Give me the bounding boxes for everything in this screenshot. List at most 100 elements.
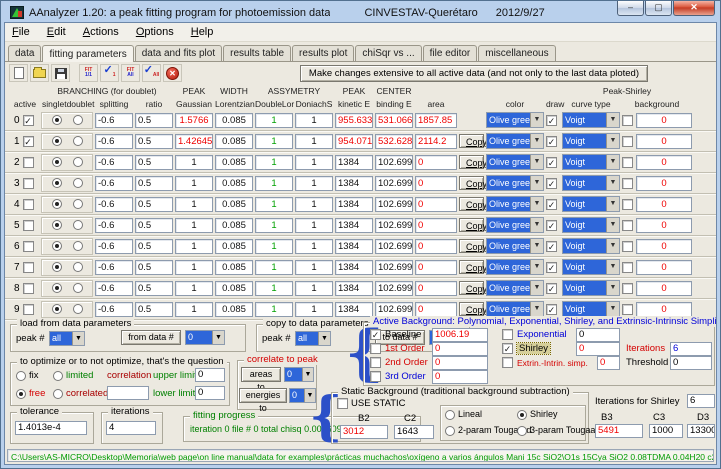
f-area[interactable]: 2114.2 <box>415 133 457 149</box>
f-ratio[interactable]: 0.5 <box>135 238 173 254</box>
f-ratio[interactable]: 0.5 <box>135 301 173 317</box>
f-gaussian[interactable]: 1 <box>175 301 213 317</box>
f-kinetic[interactable]: 1384 <box>335 301 373 317</box>
active-checkbox[interactable] <box>22 177 34 189</box>
f-doniachs[interactable]: 1 <box>295 112 333 128</box>
doublet-radio[interactable] <box>72 199 83 209</box>
free-radio[interactable] <box>16 389 26 399</box>
f-area[interactable]: 0 <box>415 301 457 317</box>
f-doublelor[interactable]: 1 <box>255 133 293 149</box>
areas-to-button[interactable]: areas to <box>241 367 281 392</box>
f-doniachs[interactable]: 1 <box>295 154 333 170</box>
color-select[interactable]: Olive green ▼ <box>486 112 544 128</box>
menu-edit[interactable]: Edit <box>47 23 66 41</box>
f-doublelor[interactable]: 1 <box>255 112 293 128</box>
chevron-down-icon[interactable]: ▼ <box>606 218 619 232</box>
curve-type-select[interactable]: Voigt ▼ <box>562 280 620 296</box>
doublet-radio[interactable] <box>72 220 83 230</box>
f-kinetic[interactable]: 1384 <box>335 196 373 212</box>
color-select[interactable]: Olive green ▼ <box>486 175 544 191</box>
doublet-radio[interactable] <box>72 136 83 146</box>
f-binding[interactable]: 102.6995 <box>375 196 413 212</box>
from-data-button[interactable]: from data # <box>121 330 181 345</box>
chevron-down-icon[interactable]: ▼ <box>606 134 619 148</box>
f-binding[interactable]: 102.6995 <box>375 217 413 233</box>
f-doniachs[interactable]: 1 <box>295 217 333 233</box>
f-splitting[interactable]: -0.6 <box>95 259 133 275</box>
copy-button[interactable]: Copy <box>459 239 487 253</box>
f-doublelor[interactable]: 1 <box>255 175 293 191</box>
f-binding[interactable]: 102.6995 <box>375 280 413 296</box>
c3-field[interactable]: 1000 <box>649 424 683 438</box>
f-doublelor[interactable]: 1 <box>255 154 293 170</box>
f-doniachs[interactable]: 1 <box>295 301 333 317</box>
new-file-button[interactable] <box>9 64 28 82</box>
order1-field[interactable]: 0 <box>432 342 488 356</box>
singlet-radio[interactable] <box>51 136 62 146</box>
c2-field[interactable]: 1643 <box>394 425 434 439</box>
chevron-down-icon[interactable]: ▼ <box>318 332 330 345</box>
f-ratio[interactable]: 0.5 <box>135 259 173 275</box>
peak-shirley-checkbox[interactable] <box>622 219 633 231</box>
f-splitting[interactable]: -0.6 <box>95 154 133 170</box>
active-checkbox[interactable] <box>22 261 34 273</box>
tolerance-field[interactable]: 1.4013e-4 <box>15 421 87 435</box>
chevron-down-icon[interactable]: ▼ <box>530 197 543 211</box>
f-binding[interactable]: 531.0665 <box>375 112 413 128</box>
f-background[interactable]: 0 <box>636 112 692 128</box>
chevron-down-icon[interactable]: ▼ <box>302 368 313 381</box>
tab-results-table[interactable]: results table <box>223 45 292 61</box>
chevron-down-icon[interactable]: ▼ <box>530 155 543 169</box>
correlation-field[interactable] <box>107 386 149 400</box>
order2-checkbox[interactable] <box>370 357 381 368</box>
f-kinetic[interactable]: 1384 <box>335 154 373 170</box>
copy-button[interactable]: Copy <box>459 281 487 295</box>
singlet-radio[interactable] <box>51 199 62 209</box>
chevron-down-icon[interactable]: ▼ <box>606 197 619 211</box>
f-background[interactable]: 0 <box>636 175 692 191</box>
f-area[interactable]: 1857.85 <box>415 112 457 128</box>
copy-button[interactable]: Copy <box>459 197 487 211</box>
singlet-radio[interactable] <box>51 220 62 230</box>
draw-checkbox[interactable] <box>546 177 557 189</box>
f-doublelor[interactable]: 1 <box>255 259 293 275</box>
maximize-button[interactable]: ▢ <box>645 1 672 16</box>
color-select[interactable]: Olive green ▼ <box>486 154 544 170</box>
f-gaussian[interactable]: 1 <box>175 259 213 275</box>
draw-checkbox[interactable] <box>546 261 557 273</box>
f-doublelor[interactable]: 1 <box>255 238 293 254</box>
color-select[interactable]: Olive green ▼ <box>486 259 544 275</box>
f-doniachs[interactable]: 1 <box>295 259 333 275</box>
singlet-radio[interactable] <box>51 178 62 188</box>
color-select[interactable]: Olive green ▼ <box>486 301 544 317</box>
color-select[interactable]: Olive green ▼ <box>486 133 544 149</box>
chevron-down-icon[interactable]: ▼ <box>530 302 543 316</box>
tab-file-editor[interactable]: file editor <box>422 45 478 61</box>
active-iterations-field[interactable]: 6 <box>670 342 712 356</box>
tab-data-and-fits-plot[interactable]: data and fits plot <box>134 45 223 61</box>
f-gaussian[interactable]: 1 <box>175 196 213 212</box>
f-lorentzian[interactable]: 0.085 <box>215 154 253 170</box>
color-select[interactable]: Olive green ▼ <box>486 217 544 233</box>
copy-button[interactable]: Copy <box>459 260 487 274</box>
f-area[interactable]: 0 <box>415 280 457 296</box>
f-gaussian[interactable]: 1.42645 <box>175 133 213 149</box>
tougaard3-radio[interactable] <box>517 426 527 436</box>
draw-checkbox[interactable] <box>546 156 557 168</box>
shirley-checkbox[interactable] <box>502 343 513 354</box>
f-splitting[interactable]: -0.6 <box>95 301 133 317</box>
menu-actions[interactable]: Actions <box>83 23 119 41</box>
copy-peak-select[interactable]: all ▼ <box>295 331 331 346</box>
f-splitting[interactable]: -0.6 <box>95 238 133 254</box>
f-kinetic[interactable]: 1384 <box>335 175 373 191</box>
f-ratio[interactable]: 0.5 <box>135 196 173 212</box>
extrin-checkbox[interactable] <box>502 357 513 368</box>
chevron-down-icon[interactable]: ▼ <box>606 239 619 253</box>
active-checkbox[interactable] <box>22 219 34 231</box>
accept-one-button[interactable]: ✓1 <box>100 64 119 82</box>
doublet-radio[interactable] <box>72 262 83 272</box>
active-checkbox[interactable] <box>22 198 34 210</box>
peak-shirley-checkbox[interactable] <box>622 135 633 147</box>
chevron-down-icon[interactable]: ▼ <box>606 281 619 295</box>
f-doublelor[interactable]: 1 <box>255 301 293 317</box>
